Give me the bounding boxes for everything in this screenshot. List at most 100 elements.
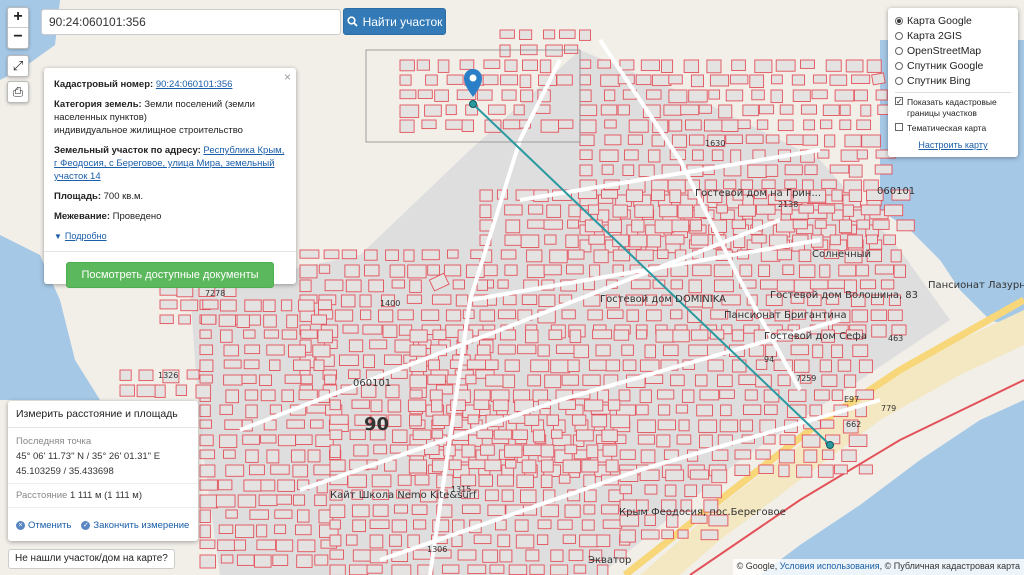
- parcel[interactable]: [745, 134, 764, 144]
- parcel[interactable]: [798, 204, 815, 214]
- parcel[interactable]: [708, 89, 721, 100]
- parcel[interactable]: [452, 279, 465, 290]
- parcel[interactable]: [484, 489, 499, 502]
- parcel[interactable]: [397, 474, 412, 486]
- parcel[interactable]: [883, 234, 896, 246]
- terms-link[interactable]: Условия использования: [780, 561, 880, 571]
- parcel[interactable]: [822, 104, 840, 116]
- parcel[interactable]: [664, 484, 677, 497]
- parcel[interactable]: [260, 479, 276, 492]
- parcel[interactable]: [159, 314, 174, 325]
- parcel[interactable]: [579, 59, 592, 69]
- checkbox-unchecked-icon[interactable]: [895, 123, 903, 131]
- parcel[interactable]: [887, 309, 903, 322]
- parcel[interactable]: [617, 104, 630, 116]
- parcel[interactable]: [858, 464, 873, 475]
- parcel[interactable]: [819, 359, 832, 373]
- parcel[interactable]: [814, 219, 827, 229]
- parcel[interactable]: [540, 119, 560, 133]
- parcel[interactable]: [690, 74, 704, 88]
- parcel[interactable]: [329, 429, 343, 441]
- parcel[interactable]: [175, 384, 188, 396]
- parcel[interactable]: [707, 359, 724, 372]
- parcel[interactable]: [540, 459, 554, 473]
- parcel[interactable]: [754, 59, 773, 74]
- details-toggle[interactable]: ▼ Подробно: [54, 230, 286, 243]
- parcel[interactable]: [601, 164, 614, 175]
- parcel[interactable]: [595, 344, 611, 357]
- parcel[interactable]: [644, 344, 656, 359]
- parcel[interactable]: [329, 564, 346, 575]
- parcel[interactable]: [562, 534, 576, 544]
- parcel[interactable]: [505, 219, 521, 234]
- parcel[interactable]: [467, 414, 480, 425]
- parcel[interactable]: [719, 419, 739, 433]
- parcel[interactable]: [848, 164, 863, 178]
- parcel[interactable]: [409, 414, 422, 427]
- parcel[interactable]: [199, 509, 211, 523]
- parcel[interactable]: [824, 134, 836, 148]
- parcel[interactable]: [269, 359, 281, 371]
- parcel[interactable]: [199, 419, 212, 429]
- parcel[interactable]: [544, 374, 562, 389]
- parcel[interactable]: [540, 504, 559, 518]
- parcel[interactable]: [372, 504, 389, 517]
- parcel[interactable]: [180, 299, 199, 312]
- parcel[interactable]: [550, 564, 569, 575]
- parcel[interactable]: [779, 434, 796, 446]
- cadastral-link[interactable]: 90:24:060101:356: [156, 79, 233, 90]
- parcel[interactable]: [586, 444, 599, 459]
- parcel[interactable]: [821, 449, 835, 460]
- parcel[interactable]: [739, 264, 753, 277]
- parcel[interactable]: [243, 479, 262, 492]
- parcel[interactable]: [677, 204, 694, 219]
- parcel[interactable]: [249, 464, 265, 476]
- parcel[interactable]: [473, 389, 491, 401]
- parcel[interactable]: [480, 444, 495, 456]
- parcel[interactable]: [199, 344, 214, 356]
- parcel[interactable]: [159, 299, 178, 310]
- parcel[interactable]: [812, 74, 827, 84]
- parcel[interactable]: [397, 309, 414, 321]
- parcel[interactable]: [546, 204, 562, 218]
- parcel[interactable]: [777, 374, 791, 387]
- layer-option[interactable]: OpenStreetMap: [895, 43, 1011, 58]
- parcel[interactable]: [523, 444, 543, 457]
- parcel[interactable]: [564, 444, 578, 455]
- parcel[interactable]: [792, 89, 811, 102]
- parcel[interactable]: [299, 249, 320, 259]
- parcel[interactable]: [218, 524, 234, 534]
- parcel[interactable]: [513, 104, 525, 116]
- parcel[interactable]: [621, 344, 634, 356]
- parcel[interactable]: [429, 389, 443, 402]
- cancel-measure-button[interactable]: × Отменить: [16, 520, 71, 531]
- parcel[interactable]: [856, 219, 871, 230]
- parcel[interactable]: [262, 299, 276, 312]
- parcel[interactable]: [656, 434, 671, 448]
- parcel[interactable]: [428, 359, 440, 371]
- parcel[interactable]: [466, 359, 487, 370]
- parcel[interactable]: [725, 134, 743, 144]
- parcel[interactable]: [525, 549, 540, 562]
- parcel[interactable]: [564, 44, 579, 54]
- parcel[interactable]: [629, 234, 648, 248]
- parcel[interactable]: [479, 189, 493, 202]
- parcel[interactable]: [406, 294, 423, 304]
- parcel[interactable]: [763, 389, 780, 403]
- parcel[interactable]: [399, 74, 412, 86]
- parcel[interactable]: [665, 469, 685, 482]
- parcel[interactable]: [119, 384, 136, 397]
- parcel[interactable]: [527, 219, 546, 229]
- parcel[interactable]: [244, 299, 262, 312]
- parcel[interactable]: [437, 59, 450, 73]
- parcel[interactable]: [276, 494, 292, 505]
- layer-option[interactable]: Карта Google: [895, 13, 1011, 28]
- parcel[interactable]: [700, 529, 719, 541]
- parcel[interactable]: [680, 104, 700, 116]
- parcel[interactable]: [445, 119, 465, 130]
- parcel[interactable]: [473, 399, 490, 410]
- parcel[interactable]: [634, 204, 654, 218]
- parcel[interactable]: [635, 404, 649, 416]
- parcel[interactable]: [461, 444, 476, 458]
- parcel[interactable]: [306, 404, 327, 414]
